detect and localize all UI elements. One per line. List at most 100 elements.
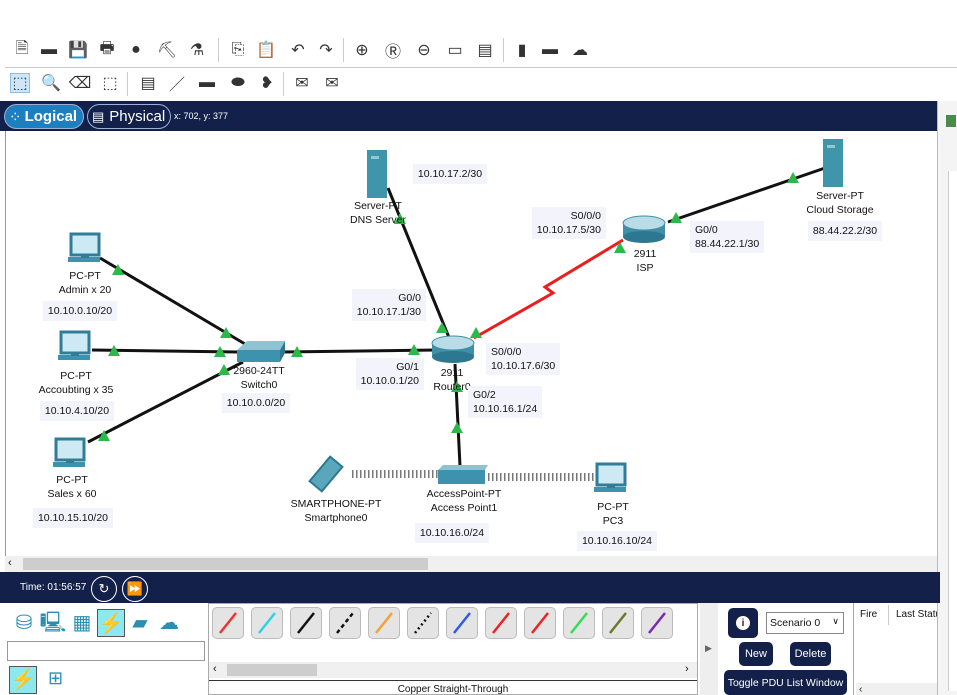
power-cycle-button[interactable]: ↻ xyxy=(91,576,117,602)
dns_server-ip-note: 10.10.17.2/30 xyxy=(412,164,488,184)
cable-scrollbar[interactable]: ‹ › xyxy=(209,662,697,678)
fast-forward-button[interactable]: ⏩ xyxy=(122,576,148,602)
link-isp-cloud[interactable] xyxy=(667,166,826,224)
connections-icon[interactable]: ⚡ xyxy=(97,609,125,637)
cloud_storage-model-label: Server-PT xyxy=(816,190,864,202)
switch0-icon[interactable] xyxy=(237,341,285,362)
grid-icon[interactable]: ⊞ xyxy=(48,668,63,689)
link-router-ap[interactable] xyxy=(453,363,462,467)
pdu-table-scrollbar[interactable]: ‹ xyxy=(856,683,937,695)
port-ip: 10.10.0.1/20 xyxy=(360,375,419,387)
selected-cable-label: Copper Straight-Through xyxy=(209,680,697,695)
scroll-right-icon[interactable]: › xyxy=(685,663,689,675)
network-devices-icon[interactable]: ⛁ xyxy=(10,609,38,637)
pc_admin-ip-note: 10.10.0.10/20 xyxy=(42,301,118,321)
isp-name-label: ISP xyxy=(636,262,654,274)
right-side-panel xyxy=(937,101,957,695)
pc_accounting-ip-note: 10.10.4.10/20 xyxy=(39,401,115,421)
panel-icon xyxy=(946,115,956,127)
connections-subcategory[interactable]: ⚡ xyxy=(9,666,37,694)
smartphone-name-label: Smartphone0 xyxy=(304,512,368,524)
reset-icon: ↻ xyxy=(98,581,110,596)
scroll-thumb[interactable] xyxy=(23,558,428,570)
router0-name-label: Router0 xyxy=(433,381,471,393)
cable-coaxial[interactable] xyxy=(446,607,478,639)
interface-note-isp_g00: G0/0 88.44.22.1/30 xyxy=(690,221,765,253)
pc-sales-icon[interactable] xyxy=(53,437,86,467)
cable-serial-dte[interactable] xyxy=(524,607,556,639)
coaxial-icon xyxy=(453,612,471,634)
usb-icon xyxy=(648,612,666,634)
pc_sales-ip-note: 10.10.15.10/20 xyxy=(32,508,114,528)
cable-usb[interactable] xyxy=(641,607,673,639)
port-label: G0/0 xyxy=(695,224,718,236)
scenario-select[interactable]: Scenario 0 ∨ xyxy=(766,612,844,634)
cable-copper-straight-through[interactable] xyxy=(290,607,322,639)
pc_sales-model-label: PC-PT xyxy=(56,474,88,486)
network-topology xyxy=(53,139,843,493)
access_point-ip-note: 10.10.16.0/24 xyxy=(414,523,490,543)
access-point-icon[interactable] xyxy=(438,465,488,484)
router0-icon[interactable] xyxy=(431,335,475,363)
pc-admin-icon[interactable] xyxy=(68,232,101,262)
octal-icon xyxy=(570,612,588,634)
serial-dce-icon xyxy=(492,612,510,634)
pc_admin-model-label: PC-PT xyxy=(69,270,101,282)
interface-note-r0_s000: S0/0/0 10.10.17.6/30 xyxy=(486,343,561,375)
dns-server-icon[interactable] xyxy=(367,150,387,198)
dns_server-model-label: Server-PT xyxy=(354,200,402,212)
smartphone-icon[interactable] xyxy=(308,455,344,493)
port-ip: 88.44.22.1/30 xyxy=(695,238,760,250)
cable-console[interactable] xyxy=(251,607,283,639)
cable-octal[interactable] xyxy=(563,607,595,639)
pc3-icon[interactable] xyxy=(594,462,627,492)
column-header-last-status: Last Status xyxy=(896,609,937,620)
cable-automatic-cable[interactable] xyxy=(212,607,244,639)
device-search-input[interactable] xyxy=(7,641,205,661)
isp-router-icon[interactable] xyxy=(622,215,666,243)
console-icon xyxy=(258,612,276,634)
scroll-left-icon[interactable]: ‹ xyxy=(213,663,217,675)
link-status-up-icon xyxy=(451,422,463,433)
cable-phone[interactable] xyxy=(407,607,439,639)
pc_accounting-model-label: PC-PT xyxy=(60,370,92,382)
port-label: G0/2 xyxy=(473,389,496,401)
lightning-icon: ⚡ xyxy=(10,669,36,691)
pc_sales-name-label: Sales x 60 xyxy=(47,488,97,500)
cloud_storage-ip-note: 88.44.22.2/30 xyxy=(807,221,883,241)
scroll-thumb[interactable] xyxy=(227,664,317,676)
fiber-icon xyxy=(375,612,393,634)
end-devices-icon[interactable]: 🖳 xyxy=(39,609,67,637)
dns_server-name-label: DNS Server xyxy=(349,214,407,226)
toggle-pdu-list-button[interactable]: Toggle PDU List Window xyxy=(724,670,847,695)
miscellaneous-icon[interactable]: ▰ xyxy=(126,609,154,637)
port-label: S0/0/0 xyxy=(491,346,522,358)
column-header-fire: Fire xyxy=(860,609,878,620)
panel-splitter[interactable]: ▶ xyxy=(700,603,718,695)
multiuser-icon[interactable]: ☁ xyxy=(155,609,183,637)
interface-note-r0_g02: G0/2 10.10.16.1/24 xyxy=(468,386,543,418)
link-router-isp-serial[interactable] xyxy=(473,238,624,340)
pc3-ip-note: 10.10.16.10/24 xyxy=(576,531,658,551)
access_point-model-label: AccessPoint-PT xyxy=(426,488,502,500)
delete-scenario-button[interactable]: Delete xyxy=(790,642,831,666)
pc3-name-label: PC3 xyxy=(602,515,624,527)
cable-serial-dce[interactable] xyxy=(485,607,517,639)
cable-copper-cross-over[interactable] xyxy=(329,607,361,639)
switch0-model-label: 2960-24TT xyxy=(233,365,285,377)
cloud-storage-server-icon[interactable] xyxy=(823,139,843,187)
port-ip: 10.10.16.1/24 xyxy=(473,403,538,415)
scroll-left-icon[interactable]: ‹ xyxy=(8,557,12,569)
pc-accounting-icon[interactable] xyxy=(58,330,91,360)
horizontal-scrollbar[interactable]: ‹ xyxy=(5,556,937,572)
chevron-down-icon: ∨ xyxy=(832,616,839,626)
new-scenario-button[interactable]: New xyxy=(739,642,773,666)
cable-fiber[interactable] xyxy=(368,607,400,639)
components-icon[interactable]: ▦ xyxy=(68,609,96,637)
port-label: G0/1 xyxy=(396,361,419,373)
router0-model-label: 2911 xyxy=(440,367,464,379)
cable-iot-custom[interactable] xyxy=(602,607,634,639)
expand-arrow-icon[interactable]: ▶ xyxy=(705,643,712,654)
pdu-info-button[interactable]: i xyxy=(728,608,758,638)
pc3-model-label: PC-PT xyxy=(597,501,629,513)
